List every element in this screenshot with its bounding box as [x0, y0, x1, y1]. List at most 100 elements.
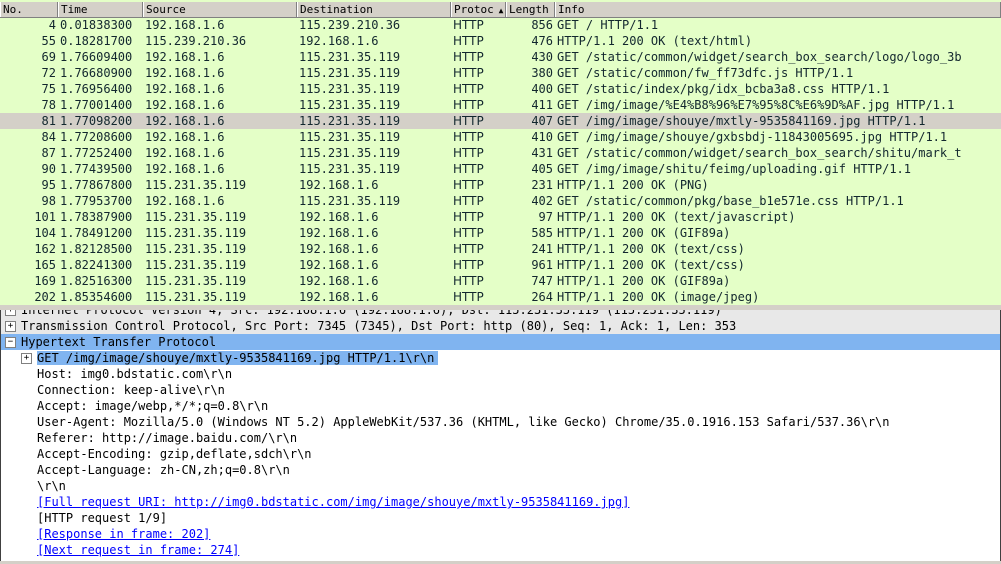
- cell-source: 192.168.1.6: [145, 114, 225, 128]
- packet-row[interactable]: 4 0.01838300 192.168.1.6 115.239.210.36 HTTP…: [0, 17, 1001, 33]
- column-header-time[interactable]: Time: [58, 2, 143, 17]
- tree-item[interactable]: \r\n: [37, 478, 66, 494]
- cell-length: 405: [531, 162, 553, 176]
- cell-no: 165: [34, 258, 56, 272]
- cell-info: GET /static/common/fw_ff73dfc.js HTTP/1.…: [557, 66, 854, 80]
- tree-item[interactable]: Referer: http://image.baidu.com/\r\n: [37, 430, 297, 446]
- packet-row[interactable]: 69 1.76609400 192.168.1.6 115.231.35.119 HTT…: [0, 49, 1001, 65]
- cell-time: 1.76680900: [60, 66, 133, 80]
- tree-item[interactable]: + GET /img/image/shouye/mxtly-9535841169.…: [21, 350, 439, 366]
- cell-no: 55: [41, 34, 56, 48]
- column-header-length[interactable]: Length: [506, 2, 555, 17]
- tree-item[interactable]: Connection: keep-alive\r\n: [37, 382, 225, 398]
- cell-destination: 192.168.1.6: [299, 258, 379, 272]
- cell-info: GET /static/common/widget/search_box_sea…: [557, 50, 962, 64]
- tree-item[interactable]: Accept: image/webp,*/*;q=0.8\r\n: [37, 398, 268, 414]
- cell-length: 585: [531, 226, 553, 240]
- tree-item[interactable]: Accept-Language: zh-CN,zh;q=0.8\r\n: [37, 462, 290, 478]
- cell-protocol: HTTP: [453, 66, 484, 80]
- packet-row[interactable]: 55 0.18281700 115.239.210.36 192.168.1.6 HTT…: [0, 33, 1001, 49]
- tree-item[interactable]: Accept-Encoding: gzip,deflate,sdch\r\n: [37, 446, 312, 462]
- tree-item[interactable]: User-Agent: Mozilla/5.0 (Windows NT 5.2)…: [37, 414, 890, 430]
- tree-item[interactable]: [HTTP request 1/9]: [37, 510, 167, 526]
- cell-length: 231: [531, 178, 553, 192]
- cell-info: GET /img/image/shouye/gxbsbdj-1184300569…: [557, 130, 948, 144]
- tree-item[interactable]: [Full request URI: http://img0.bdstatic.…: [37, 494, 629, 510]
- tree-item[interactable]: [Next request in frame: 274]: [37, 542, 239, 558]
- cell-length: 402: [531, 194, 553, 208]
- cell-source: 192.168.1.6: [145, 82, 225, 96]
- cell-info: HTTP/1.1 200 OK (text/html): [557, 34, 753, 48]
- frame-link[interactable]: [Next request in frame: 274]: [37, 543, 239, 557]
- tree-item[interactable]: + Internet Protocol Version 4, Src: 192.1…: [1, 310, 1000, 318]
- cell-no: 81: [41, 114, 56, 128]
- cell-source: 192.168.1.6: [145, 50, 225, 64]
- cell-time: 0.18281700: [60, 34, 133, 48]
- cell-info: GET /static/index/pkg/idx_bcba3a8.css HT…: [557, 82, 890, 96]
- cell-no: 104: [34, 226, 56, 240]
- cell-info: HTTP/1.1 200 OK (text/css): [557, 242, 745, 256]
- column-header-no[interactable]: No.: [0, 2, 58, 17]
- expand-icon[interactable]: +: [5, 310, 16, 316]
- tree-item-label: Accept-Encoding: gzip,deflate,sdch\r\n: [37, 447, 312, 461]
- expand-icon[interactable]: +: [5, 321, 16, 332]
- frame-link[interactable]: [Response in frame: 202]: [37, 527, 210, 541]
- cell-time: 1.78491200: [60, 226, 133, 240]
- cell-no: 101: [34, 210, 56, 224]
- packet-row[interactable]: 202 1.85354600 115.231.35.119 192.168.1.6 HT…: [0, 289, 1001, 305]
- cell-protocol: HTTP: [453, 258, 484, 272]
- cell-time: 1.82128500: [60, 242, 133, 256]
- packet-row[interactable]: 162 1.82128500 115.231.35.119 192.168.1.6 HT…: [0, 241, 1001, 257]
- cell-source: 192.168.1.6: [145, 66, 225, 80]
- cell-info: GET /static/common/pkg/base_b1e571e.css …: [557, 194, 904, 208]
- packet-row[interactable]: 101 1.78387900 115.231.35.119 192.168.1.6 HT…: [0, 209, 1001, 225]
- cell-length: 241: [531, 242, 553, 256]
- cell-source: 115.231.35.119: [145, 210, 247, 224]
- cell-source: 115.231.35.119: [145, 258, 247, 272]
- cell-info: HTTP/1.1 200 OK (GIF89a): [557, 274, 731, 288]
- cell-destination: 192.168.1.6: [299, 242, 379, 256]
- packet-row[interactable]: 98 1.77953700 192.168.1.6 115.231.35.119 HTT…: [0, 193, 1001, 209]
- packet-list: No. Time Source Destination Protoc ▲ Length In…: [0, 0, 1001, 305]
- cell-destination: 192.168.1.6: [299, 274, 379, 288]
- packet-row[interactable]: 95 1.77867800 115.231.35.119 192.168.1.6 HTT…: [0, 177, 1001, 193]
- packet-row[interactable]: 78 1.77001400 192.168.1.6 115.231.35.119 HTT…: [0, 97, 1001, 113]
- column-header-label: Info: [558, 3, 585, 16]
- packet-row[interactable]: 104 1.78491200 115.231.35.119 192.168.1.6 HT…: [0, 225, 1001, 241]
- cell-destination: 115.239.210.36: [299, 18, 401, 32]
- frame-link[interactable]: [Full request URI: http://img0.bdstatic.…: [37, 495, 629, 509]
- collapse-icon[interactable]: −: [5, 337, 16, 348]
- cell-protocol: HTTP: [453, 82, 484, 96]
- packet-row[interactable]: 165 1.82241300 115.231.35.119 192.168.1.6 HT…: [0, 257, 1001, 273]
- packet-row[interactable]: 84 1.77208600 192.168.1.6 115.231.35.119 HTT…: [0, 129, 1001, 145]
- column-header-info[interactable]: Info: [555, 2, 1001, 17]
- packet-row[interactable]: 90 1.77439500 192.168.1.6 115.231.35.119 HTT…: [0, 161, 1001, 177]
- expand-icon[interactable]: +: [21, 353, 32, 364]
- packet-row[interactable]: 72 1.76680900 192.168.1.6 115.231.35.119 HTT…: [0, 65, 1001, 81]
- column-header-destination[interactable]: Destination: [297, 2, 451, 17]
- column-header-source[interactable]: Source: [143, 2, 297, 17]
- tree-item[interactable]: Host: img0.bdstatic.com\r\n: [37, 366, 232, 382]
- cell-info: HTTP/1.1 200 OK (text/css): [557, 258, 745, 272]
- cell-time: 1.77001400: [60, 98, 133, 112]
- cell-length: 411: [531, 98, 553, 112]
- cell-time: 1.77867800: [60, 178, 133, 192]
- cell-protocol: HTTP: [453, 130, 484, 144]
- cell-time: 1.77953700: [60, 194, 133, 208]
- column-header-label: Time: [61, 3, 88, 16]
- tree-item[interactable]: − Hypertext Transfer Protocol: [1, 334, 1000, 350]
- cell-source: 115.239.210.36: [145, 34, 247, 48]
- tree-item[interactable]: [Response in frame: 202]: [37, 526, 210, 542]
- packet-row[interactable]: 75 1.76956400 192.168.1.6 115.231.35.119 HTT…: [0, 81, 1001, 97]
- packet-row[interactable]: 169 1.82516300 115.231.35.119 192.168.1.6 HT…: [0, 273, 1001, 289]
- packet-row[interactable]: 87 1.77252400 192.168.1.6 115.231.35.119 HTT…: [0, 145, 1001, 161]
- cell-destination: 192.168.1.6: [299, 226, 379, 240]
- column-header-protoc[interactable]: Protoc ▲: [451, 2, 506, 17]
- cell-no: 72: [41, 66, 56, 80]
- cell-destination: 115.231.35.119: [299, 82, 401, 96]
- cell-length: 747: [531, 274, 553, 288]
- packet-row[interactable]: 81 1.77098200 192.168.1.6 115.231.35.119 HTT…: [0, 113, 1001, 129]
- column-header-label: Protoc: [454, 3, 494, 16]
- tree-item[interactable]: + Transmission Control Protocol, Src Port…: [1, 318, 1000, 334]
- cell-time: 1.77252400: [60, 146, 133, 160]
